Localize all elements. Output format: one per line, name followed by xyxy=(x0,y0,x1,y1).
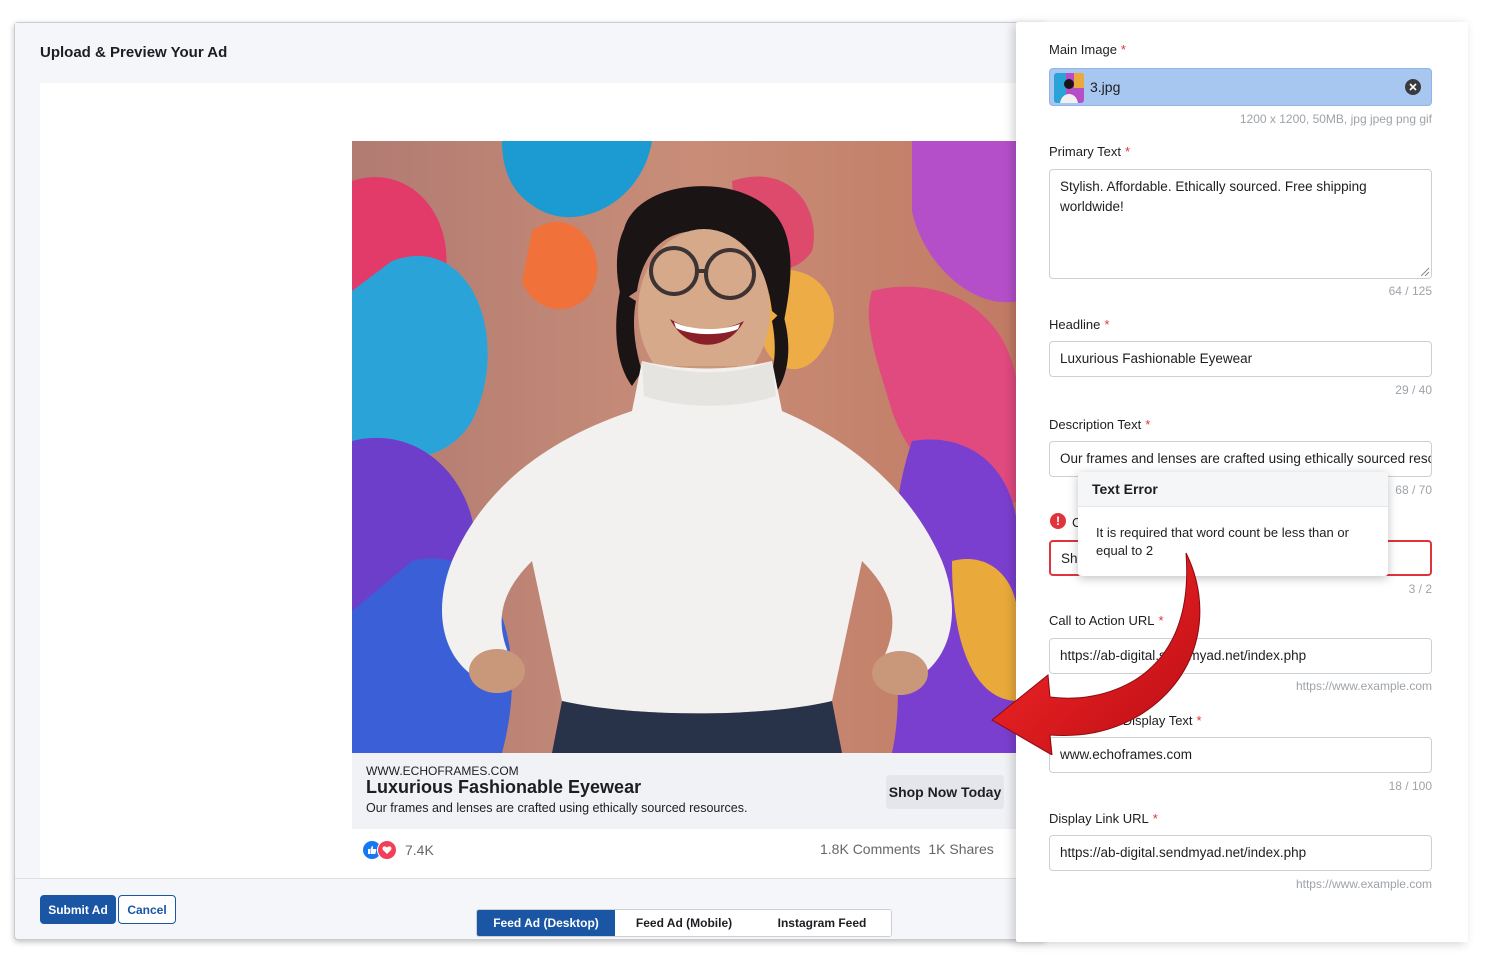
modal-title: Upload & Preview Your Ad xyxy=(40,44,228,61)
primary-text-counter: 64 / 125 xyxy=(1388,284,1432,298)
resize-handle-icon[interactable] xyxy=(1420,267,1430,277)
cancel-button[interactable]: Cancel xyxy=(118,895,176,924)
tooltip-title: Text Error xyxy=(1092,481,1158,497)
error-icon: ! xyxy=(1050,513,1066,529)
ad-image xyxy=(352,141,1018,753)
description-label: Description Text * xyxy=(1049,417,1151,432)
modal-header: Upload & Preview Your Ad xyxy=(15,23,1045,83)
ad-photo-illustration xyxy=(352,141,1018,753)
headline-input[interactable]: Luxurious Fashionable Eyewear xyxy=(1049,341,1432,377)
display-url-hint: https://www.example.com xyxy=(1295,877,1432,891)
image-thumbnail xyxy=(1054,73,1084,103)
comments-count: 1.8K Comments xyxy=(820,841,921,857)
headline-label: Headline * xyxy=(1049,317,1110,332)
tab-instagram-feed[interactable]: Instagram Feed Ad xyxy=(753,910,891,936)
cta-text-counter: 3 / 2 xyxy=(1408,582,1432,596)
ad-headline: Luxurious Fashionable Eyewear xyxy=(366,777,642,797)
cta-button[interactable]: Shop Now Today xyxy=(886,775,1004,809)
tooltip-header: Text Error xyxy=(1078,472,1388,507)
cta-url-hint: https://www.example.com xyxy=(1295,679,1432,693)
red-arrow-icon xyxy=(991,552,1201,755)
reactions: 7.4K xyxy=(362,840,434,860)
main-image-file-chip[interactable]: 3.jpg xyxy=(1049,68,1432,106)
heart-icon xyxy=(377,840,397,860)
headline-counter: 29 / 40 xyxy=(1395,383,1432,397)
primary-text-textarea[interactable]: Stylish. Affordable. Ethically sourced. … xyxy=(1049,169,1432,279)
clear-file-icon[interactable] xyxy=(1405,79,1421,95)
main-image-label: Main Image * xyxy=(1049,42,1126,57)
main-image-hint: 1200 x 1200, 50MB, jpg jpeg png gif xyxy=(1239,112,1432,126)
engagement-stats: 1.8K Comments 1K Shares xyxy=(820,841,1002,857)
submit-ad-button[interactable]: Submit Ad xyxy=(40,895,116,924)
shares-count: 1K Shares xyxy=(928,841,994,857)
display-url-label: Display Link URL * xyxy=(1049,811,1158,826)
description-counter: 68 / 70 xyxy=(1395,483,1432,497)
footer-divider xyxy=(15,878,1045,879)
primary-text-label: Primary Text * xyxy=(1049,144,1131,159)
preview-tabs: Feed Ad (Desktop) Feed Ad (Mobile) Insta… xyxy=(476,909,892,937)
display-url-input[interactable]: https://ab-digital.sendmyad.net/index.ph… xyxy=(1049,835,1432,871)
ad-link-footer: WWW.ECHOFRAMES.COM Luxurious Fashionable… xyxy=(352,753,1018,829)
ad-preview-area: WWW.ECHOFRAMES.COM Luxurious Fashionable… xyxy=(40,83,1020,937)
ad-domain: WWW.ECHOFRAMES.COM xyxy=(366,764,519,778)
display-text-counter: 18 / 100 xyxy=(1388,779,1432,793)
tab-feed-mobile[interactable]: Feed Ad (Mobile) xyxy=(615,910,753,936)
file-name: 3.jpg xyxy=(1090,79,1121,95)
tab-feed-desktop[interactable]: Feed Ad (Desktop) xyxy=(477,910,615,936)
ad-description: Our frames and lenses are crafted using … xyxy=(366,801,748,815)
reaction-count: 7.4K xyxy=(405,842,434,858)
preview-modal: Upload & Preview Your Ad WWW.ECHOFRAMES.… xyxy=(14,22,1046,940)
